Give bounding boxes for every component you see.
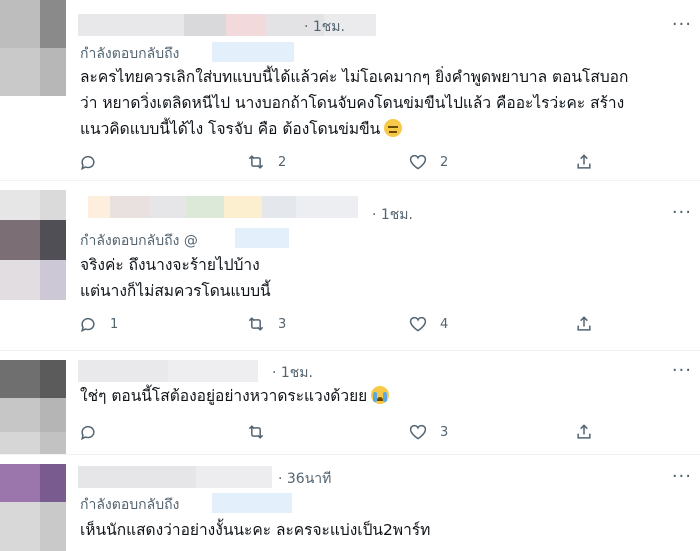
tweet-2[interactable]: · 1ชม. ··· กำลังตอบกลับถึง @ จริงค่ะ ถึง… (0, 180, 700, 351)
share-button[interactable] (574, 150, 594, 174)
retweet-icon (248, 425, 264, 439)
share-button[interactable] (574, 312, 594, 336)
like-count: 2 (440, 154, 449, 170)
replying-to-label: กำลังตอบกลับถึง (80, 497, 180, 513)
like-button[interactable]: 2 (408, 150, 448, 174)
avatar[interactable] (0, 360, 66, 454)
tweet-actions: 3 (78, 420, 678, 444)
share-icon (577, 316, 591, 331)
display-name-blurred[interactable] (78, 466, 272, 488)
tweet-text-line: ละครไทยควรเลิกใส่บทแบบนี้ได้แล้วค่ะ ไม่โ… (80, 68, 629, 86)
reply-count: 1 (110, 316, 119, 332)
more-options-icon[interactable]: ··· (672, 16, 692, 34)
avatar[interactable] (0, 464, 66, 551)
share-icon (577, 154, 591, 169)
share-icon (577, 424, 591, 439)
heart-icon (409, 154, 427, 170)
retweet-count: 2 (278, 154, 287, 170)
like-button[interactable]: 3 (408, 420, 448, 444)
tweet-actions: 1 3 4 (78, 312, 678, 336)
retweet-button[interactable]: 3 (246, 312, 286, 336)
expressionless-face-icon (384, 119, 403, 137)
reply-icon (81, 426, 95, 441)
replying-handle-blurred[interactable] (212, 42, 294, 62)
like-count: 3 (440, 424, 449, 440)
tweet-text-line: จริงค่ะ ถึงนางจะร้ายไปบ้าง (80, 256, 260, 274)
like-button[interactable]: 4 (408, 312, 448, 336)
tweet-text-line: แต่นางก็ไม่สมควรโดนแบบนี้ (80, 282, 271, 300)
timestamp[interactable]: · 1ชม. (304, 16, 345, 38)
replying-to-label: กำลังตอบกลับถึง @ (80, 233, 198, 249)
tweet-1[interactable]: · 1ชม. ··· กำลังตอบกลับถึง ละครไทยควรเลิ… (0, 0, 700, 181)
tweet-text-line: ว่า หยาดวิ่งเตลิดหนีไป นางบอกถ้าโดนจับคง… (80, 94, 625, 112)
more-options-icon[interactable]: ··· (672, 468, 692, 486)
tweet-text: ใช่ๆ ตอนนี้โสต้องอยู่อย่างหวาดระแวงด้วยย (80, 383, 680, 409)
reply-button[interactable]: 1 (78, 312, 118, 336)
display-name-blurred[interactable] (78, 360, 258, 382)
tweet-text: ละครไทยควรเลิกใส่บทแบบนี้ได้แล้วค่ะ ไม่โ… (80, 64, 680, 142)
avatar[interactable] (0, 0, 66, 96)
tweet-text-line: ใช่ๆ ตอนนี้โสต้องอยู่อย่างหวาดระแวงด้วยย (80, 383, 680, 409)
retweet-button[interactable] (246, 420, 278, 444)
tweet-text: เห็นนักแสดงว่าอย่างงั้นนะคะ ละครจะแบ่งเป… (80, 517, 680, 543)
timestamp[interactable]: · 1ชม. (272, 362, 313, 384)
more-options-icon[interactable]: ··· (672, 204, 692, 222)
tweet-actions: 2 2 (78, 150, 678, 174)
reply-button[interactable] (78, 150, 110, 174)
replying-to-label: กำลังตอบกลับถึง (80, 46, 180, 62)
display-name-blurred[interactable] (88, 196, 358, 218)
tweet-text-line: เห็นนักแสดงว่าอย่างงั้นนะคะ ละครจะแบ่งเป… (80, 521, 431, 539)
avatar[interactable] (0, 190, 66, 300)
retweet-count: 3 (278, 316, 287, 332)
heart-icon (409, 316, 427, 332)
like-count: 4 (440, 316, 449, 332)
reply-button[interactable] (78, 420, 110, 444)
more-options-icon[interactable]: ··· (672, 362, 692, 380)
tweet-text: จริงค่ะ ถึงนางจะร้ายไปบ้าง แต่นางก็ไม่สม… (80, 252, 680, 304)
replying-handle-blurred[interactable] (235, 228, 289, 248)
crying-face-icon (371, 386, 390, 404)
tweet-text-line: แนวคิดแบบนี้ได้ไง โจรจับ คือ ต้องโดนข่มข… (80, 116, 680, 142)
timestamp[interactable]: · 36นาที (278, 468, 331, 490)
heart-icon (409, 424, 427, 440)
timestamp[interactable]: · 1ชม. (372, 204, 413, 226)
tweet-4[interactable]: · 36นาที ··· กำลังตอบกลับถึง เห็นนักแสดง… (0, 454, 700, 551)
reply-icon (81, 156, 95, 171)
retweet-icon (248, 155, 264, 169)
replying-handle-blurred[interactable] (212, 493, 292, 513)
reply-icon (81, 318, 95, 333)
retweet-button[interactable]: 2 (246, 150, 286, 174)
share-button[interactable] (574, 420, 594, 444)
tweet-3[interactable]: · 1ชม. ··· ใช่ๆ ตอนนี้โสต้องอยู่อย่างหวา… (0, 350, 700, 455)
retweet-icon (248, 317, 264, 331)
